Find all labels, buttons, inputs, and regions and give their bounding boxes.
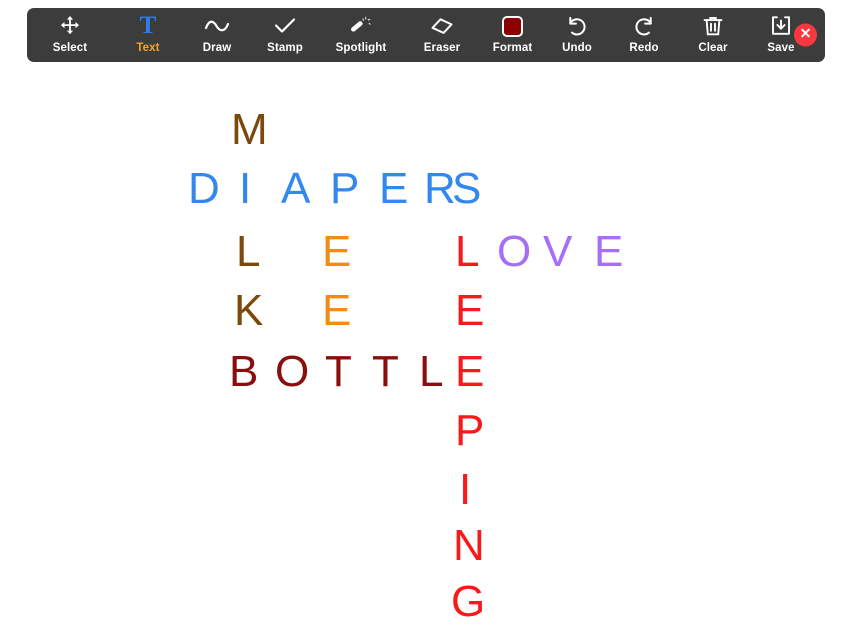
eraser-icon xyxy=(430,13,454,39)
tool-spotlight[interactable]: Spotlight xyxy=(319,8,403,62)
magic-wand-icon xyxy=(349,13,373,39)
annotation-canvas[interactable]: MDIAPERSLELOVEKEEBOTTLEPING xyxy=(0,62,850,607)
canvas-letter[interactable]: V xyxy=(543,230,572,274)
canvas-letter[interactable]: P xyxy=(455,409,484,453)
color-swatch-icon xyxy=(502,13,523,39)
tool-save-label: Save xyxy=(767,41,794,55)
tool-text[interactable]: T Text xyxy=(113,8,183,62)
tool-format[interactable]: Format xyxy=(481,8,544,62)
canvas-letter[interactable]: P xyxy=(330,167,359,211)
tool-draw[interactable]: Draw xyxy=(183,8,251,62)
canvas-letter[interactable]: L xyxy=(419,350,443,394)
canvas-letter[interactable]: E xyxy=(455,289,484,333)
trash-can-icon xyxy=(702,13,724,39)
canvas-letter[interactable]: B xyxy=(229,350,258,394)
canvas-letter[interactable]: E xyxy=(322,289,351,333)
canvas-letter[interactable]: R xyxy=(424,167,456,211)
canvas-letter[interactable]: E xyxy=(379,167,408,211)
tool-text-label: Text xyxy=(136,41,159,55)
tool-redo-label: Redo xyxy=(629,41,658,55)
redo-arrow-icon xyxy=(633,13,655,39)
canvas-letter[interactable]: A xyxy=(281,167,310,211)
canvas-letter[interactable]: I xyxy=(459,468,471,512)
tool-eraser[interactable]: Eraser xyxy=(403,8,481,62)
canvas-letter[interactable]: T xyxy=(325,350,352,394)
canvas-letter[interactable]: O xyxy=(497,230,531,274)
canvas-letter[interactable]: N xyxy=(453,524,485,568)
checkmark-icon xyxy=(273,13,297,39)
save-download-icon xyxy=(770,13,792,39)
canvas-letter[interactable]: L xyxy=(236,230,260,274)
tool-draw-label: Draw xyxy=(203,41,232,55)
tool-redo[interactable]: Redo xyxy=(610,8,678,62)
canvas-letter[interactable]: S xyxy=(452,167,481,211)
text-t-icon: T xyxy=(140,13,157,39)
undo-arrow-icon xyxy=(566,13,588,39)
canvas-letter[interactable]: L xyxy=(455,230,479,274)
tool-clear-label: Clear xyxy=(698,41,727,55)
canvas-letter[interactable]: E xyxy=(455,350,484,394)
canvas-letter[interactable]: E xyxy=(594,230,623,274)
tool-spotlight-label: Spotlight xyxy=(336,41,387,55)
tool-undo-label: Undo xyxy=(562,41,592,55)
close-x-icon xyxy=(799,26,812,44)
canvas-letter[interactable]: D xyxy=(188,167,220,211)
canvas-letter[interactable]: T xyxy=(372,350,399,394)
tool-stamp-label: Stamp xyxy=(267,41,303,55)
close-button[interactable] xyxy=(794,24,817,47)
tool-eraser-label: Eraser xyxy=(424,41,460,55)
canvas-letter[interactable]: K xyxy=(234,289,263,333)
squiggle-line-icon xyxy=(204,13,230,39)
annotation-toolbar: Select T Text Draw Stamp xyxy=(27,8,825,62)
canvas-letter[interactable]: O xyxy=(275,350,309,394)
move-arrows-icon xyxy=(59,13,81,39)
tool-stamp[interactable]: Stamp xyxy=(251,8,319,62)
tool-clear[interactable]: Clear xyxy=(678,8,748,62)
canvas-letter[interactable]: G xyxy=(451,580,485,624)
tool-select[interactable]: Select xyxy=(27,8,113,62)
canvas-letter[interactable]: I xyxy=(239,167,251,211)
tool-format-label: Format xyxy=(493,41,533,55)
canvas-letter[interactable]: E xyxy=(322,230,351,274)
tool-undo[interactable]: Undo xyxy=(544,8,610,62)
tool-select-label: Select xyxy=(53,41,87,55)
canvas-letter[interactable]: M xyxy=(231,108,268,152)
